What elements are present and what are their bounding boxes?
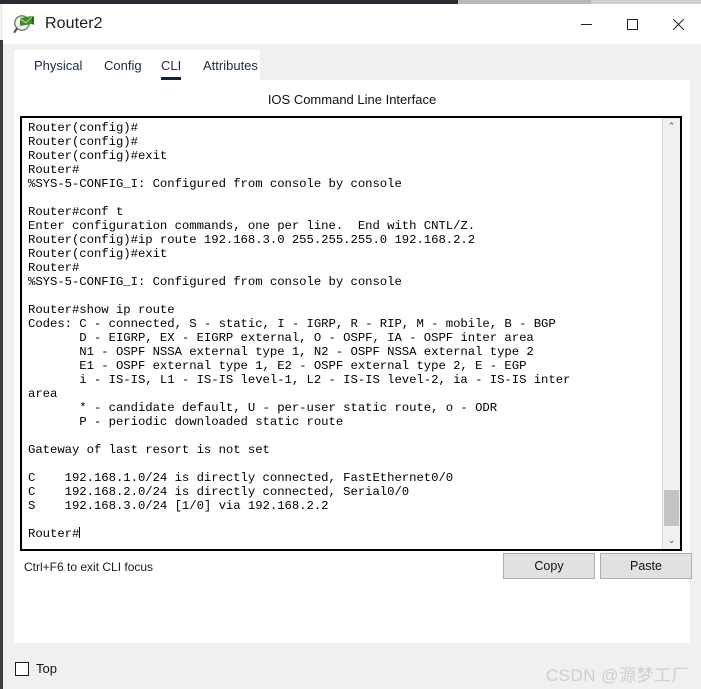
tab-bar-filler [260, 50, 690, 80]
router-window: Router2 Physical Config CLI Attributes I… [3, 4, 701, 649]
terminal-line: Router# [28, 261, 80, 275]
terminal-line: Enter configuration commands, one per li… [28, 219, 476, 233]
terminal-line: C 192.168.2.0/24 is directly connected, … [28, 485, 410, 499]
terminal-cursor [79, 527, 81, 538]
window-bottom-bar: Top CSDN @源梦工厂 [3, 649, 701, 689]
minimize-button[interactable] [563, 4, 609, 44]
tab-config[interactable]: Config [104, 58, 142, 77]
scrollbar-thumb[interactable] [664, 490, 679, 526]
top-checkbox-row[interactable]: Top [15, 661, 57, 676]
watermark: CSDN @源梦工厂 [545, 666, 689, 685]
maximize-icon [626, 18, 638, 30]
terminal-line: E1 - OSPF external type 1, E2 - OSPF ext… [28, 359, 527, 373]
cli-terminal-output[interactable]: Router(config)# Router(config)# Router(con… [22, 118, 662, 549]
cli-terminal-container[interactable]: Router(config)# Router(config)# Router(con… [20, 116, 682, 551]
terminal-line: Router(config)#exit [28, 149, 168, 163]
terminal-line: i - IS-IS, L1 - IS-IS level-1, L2 - IS-I… [28, 373, 571, 387]
scroll-down-arrow-icon[interactable]: ⌄ [663, 532, 680, 549]
tab-attributes[interactable]: Attributes [203, 58, 258, 77]
terminal-line: N1 - OSPF NSSA external type 1, N2 - OSP… [28, 345, 534, 359]
device-panel: Physical Config CLI Attributes IOS Comma… [14, 50, 692, 643]
window-content: Physical Config CLI Attributes IOS Comma… [3, 44, 701, 649]
terminal-line: C 192.168.1.0/24 is directly connected, … [28, 471, 454, 485]
scroll-up-arrow-icon[interactable]: ⌃ [663, 118, 680, 135]
terminal-line: Router(config)# [28, 121, 138, 135]
terminal-line: Router#show ip route [28, 303, 175, 317]
maximize-button[interactable] [609, 4, 655, 44]
terminal-line: area [28, 387, 58, 401]
close-icon [672, 18, 685, 31]
window-controls [563, 4, 701, 44]
top-checkbox-label: Top [36, 661, 57, 676]
tab-physical[interactable]: Physical [34, 58, 82, 77]
terminal-line: P - periodic downloaded static route [28, 415, 344, 429]
packet-tracer-magnifier-icon [13, 13, 35, 35]
terminal-scrollbar[interactable]: ⌃ ⌄ [662, 118, 680, 549]
terminal-line: Router#conf t [28, 205, 124, 219]
ios-cli-header: IOS Command Line Interface [267, 92, 437, 107]
close-button[interactable] [655, 4, 701, 44]
terminal-line: Router(config)# [28, 135, 138, 149]
window-titlebar[interactable]: Router2 [3, 4, 701, 44]
terminal-line: Router# [28, 163, 80, 177]
paste-button[interactable]: Paste [600, 553, 692, 579]
terminal-line: Router(config)#exit [28, 247, 168, 261]
tab-cli[interactable]: CLI [161, 58, 182, 80]
window-title: Router2 [45, 15, 103, 32]
cli-focus-hint: Ctrl+F6 to exit CLI focus [24, 560, 154, 574]
terminal-line: S 192.168.3.0/24 [1/0] via 192.168.2.2 [28, 499, 329, 513]
terminal-line: D - EIGRP, EX - EIGRP external, O - OSPF… [28, 331, 534, 345]
minimize-icon [580, 23, 592, 25]
terminal-line: * - candidate default, U - per-user stat… [28, 401, 498, 415]
terminal-line: %SYS-5-CONFIG_I: Configured from console… [28, 177, 402, 191]
top-checkbox[interactable] [15, 661, 29, 676]
terminal-line: %SYS-5-CONFIG_I: Configured from console… [28, 275, 402, 289]
terminal-line: Gateway of last resort is not set [28, 443, 270, 457]
copy-button[interactable]: Copy [503, 553, 595, 579]
tab-bar: Physical Config CLI Attributes [14, 50, 690, 80]
terminal-prompt-line: Router# [28, 527, 81, 541]
terminal-line: Router(config)#ip route 192.168.3.0 255.… [28, 233, 476, 247]
terminal-line: Codes: C - connected, S - static, I - IG… [28, 317, 556, 331]
